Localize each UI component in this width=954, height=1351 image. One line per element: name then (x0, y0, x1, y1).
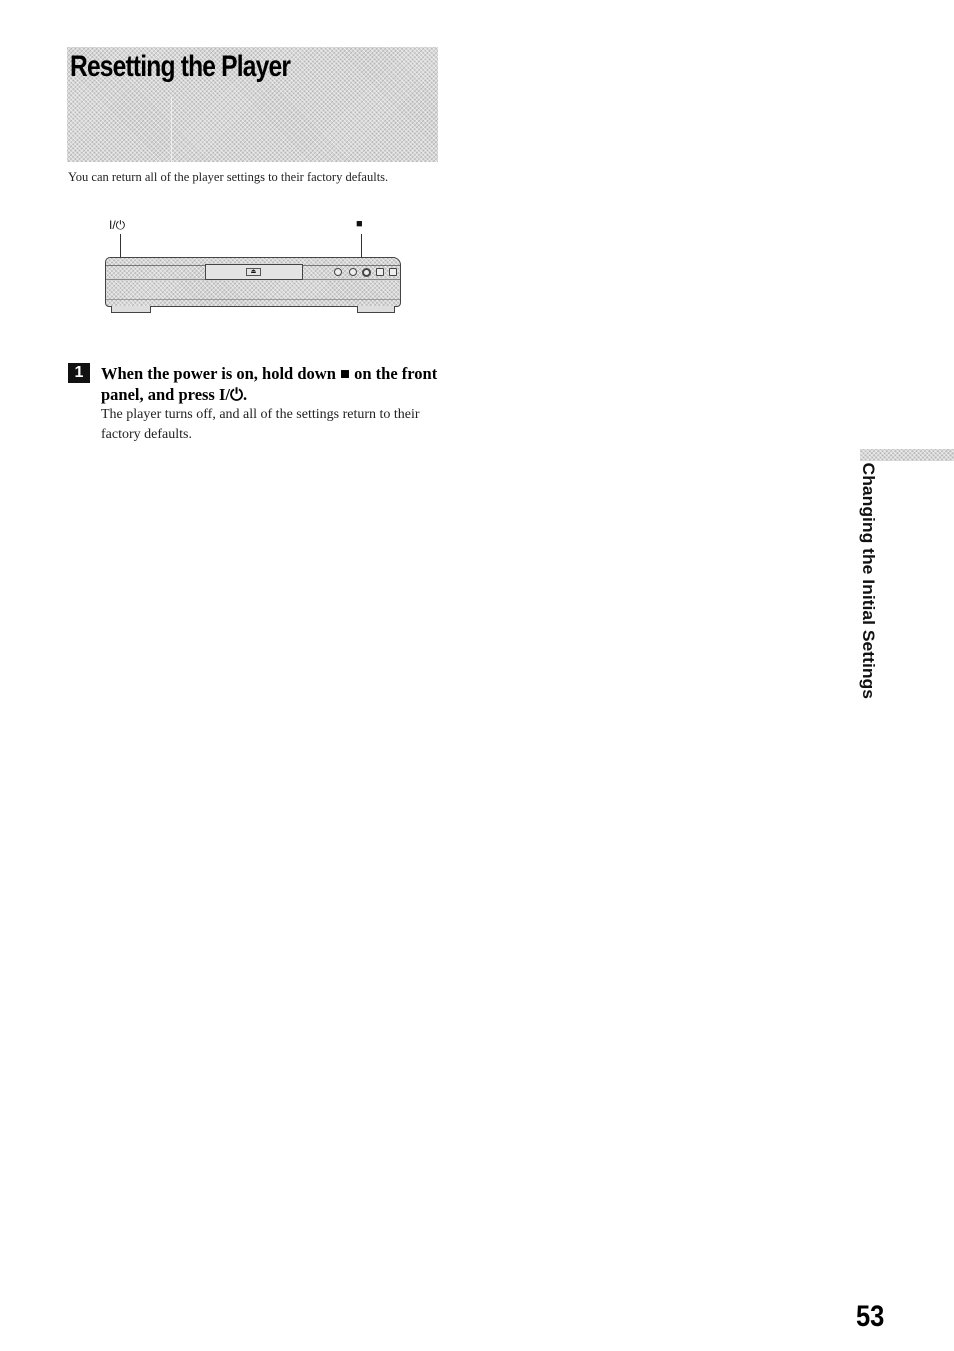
step-description: The player turns off, and all of the set… (101, 407, 420, 442)
banner-divider (171, 97, 172, 162)
panel-button-icon (376, 268, 384, 276)
eject-icon: ⏏ (246, 268, 261, 276)
side-tab-bar (860, 449, 954, 461)
step-number-badge: 1 (68, 363, 90, 383)
panel-button-icon (334, 268, 342, 276)
stop-button-icon (362, 268, 371, 277)
panel-bottom-line (106, 299, 400, 300)
panel-button-icon (389, 268, 397, 276)
intro-text: You can return all of the player setting… (68, 170, 389, 184)
disc-tray: ⏏ (205, 264, 303, 280)
step-heading: When the power is on, hold down ■ on the… (101, 364, 438, 404)
section-title-banner: Resetting the Player (67, 47, 438, 162)
side-tab-label: Changing the Initial Settings (859, 462, 878, 699)
power-button-callout-label: I/⏻ (109, 218, 126, 232)
player-illustration: I/⏻ ■ ⏏ (100, 215, 410, 315)
player-foot-left (111, 306, 151, 313)
stop-button-callout-label: ■ (356, 218, 363, 230)
panel-button-icon (349, 268, 357, 276)
player-foot-right (357, 306, 395, 313)
page-number: 53 (856, 1300, 885, 1333)
player-front-panel: ⏏ (105, 257, 401, 307)
page-title: Resetting the Player (70, 50, 291, 83)
